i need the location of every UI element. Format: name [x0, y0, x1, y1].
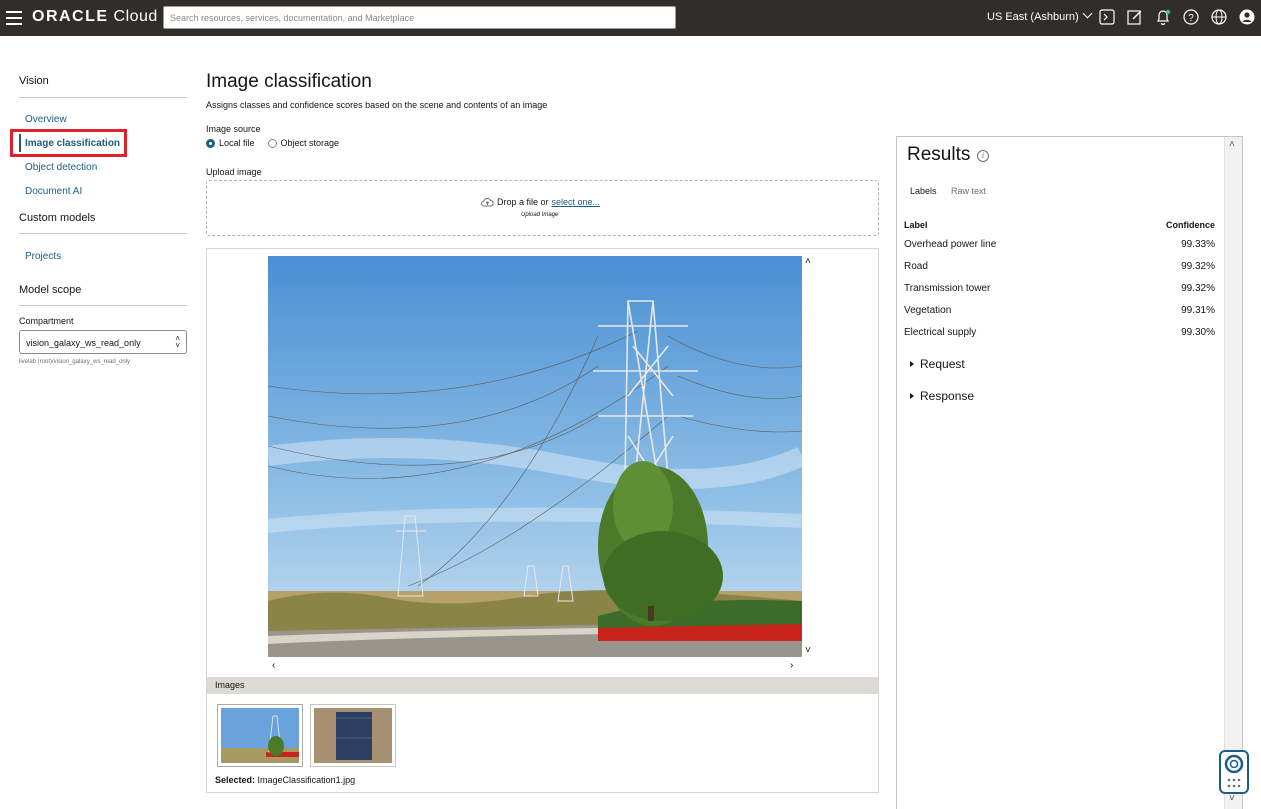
result-label: Electrical supply	[904, 327, 977, 338]
active-indicator	[19, 134, 21, 152]
sidebar-item-projects[interactable]: Projects	[25, 251, 61, 262]
result-label: Road	[904, 261, 928, 272]
result-confidence: 99.32%	[1181, 283, 1215, 294]
notifications-icon[interactable]	[1155, 9, 1171, 25]
scroll-down-icon[interactable]: ˅	[805, 645, 811, 656]
region-selector[interactable]: US East (Ashburn)	[987, 8, 1093, 23]
image-thumbnail-1[interactable]	[217, 704, 303, 767]
image-source-radio-group: Local file Object storage	[206, 138, 352, 148]
result-confidence: 99.31%	[1181, 305, 1215, 316]
images-header: Images	[207, 677, 878, 694]
compartment-label: Compartment	[19, 316, 74, 326]
sidebar-item-overview[interactable]: Overview	[25, 114, 67, 125]
results-scrollbar[interactable]: ˄ ˅	[1224, 137, 1242, 809]
chevron-down-icon	[1082, 8, 1093, 19]
sidebar-item-image-classification[interactable]: Image classification	[25, 138, 120, 149]
help-lifebuoy-button[interactable]	[1219, 750, 1249, 794]
scroll-up-icon[interactable]: ˄	[1229, 139, 1235, 150]
scroll-up-icon[interactable]: ˄	[805, 256, 811, 267]
sidebar-item-object-detection[interactable]: Object detection	[25, 162, 97, 173]
column-header-confidence: Confidence	[1165, 220, 1215, 230]
compartment-path: livelab (root)/vision_galaxy_ws_read_onl…	[19, 359, 131, 365]
result-label: Transmission tower	[904, 283, 991, 294]
image-viewer: ˄ ˅ ‹ › Images Selected: ImageClassifica…	[206, 248, 879, 793]
upload-image-caption: Upload Image	[521, 212, 559, 218]
cloud-shell-icon[interactable]	[1099, 9, 1115, 25]
result-label: Vegetation	[904, 305, 952, 316]
search-input[interactable]: Search resources, services, documentatio…	[163, 6, 676, 29]
result-confidence: 99.33%	[1181, 239, 1215, 250]
sidebar-section-custom-models: Custom models	[19, 212, 96, 224]
select-arrows-icon: ˄ ˅	[175, 334, 180, 350]
image-source-label: Image source	[206, 124, 261, 134]
selected-file: Selected: ImageClassification1.jpg	[215, 775, 356, 785]
select-file-link[interactable]: select one...	[552, 197, 601, 207]
sidebar-section-model-scope: Model scope	[19, 284, 82, 296]
preview-image	[268, 256, 802, 657]
response-expander[interactable]: Response	[910, 389, 974, 403]
profile-icon[interactable]	[1239, 9, 1255, 25]
column-header-label: Label	[904, 220, 928, 230]
caret-right-icon	[910, 361, 914, 367]
upload-dropzone[interactable]: Drop a file or select one... Upload Imag…	[206, 180, 879, 236]
info-icon[interactable]: i	[977, 150, 989, 162]
image-thumbnail-2[interactable]	[310, 704, 396, 767]
divider	[19, 97, 187, 98]
page-title: Image classification	[206, 71, 372, 92]
sidebar-item-document-ai[interactable]: Document AI	[25, 186, 82, 197]
request-expander[interactable]: Request	[910, 357, 965, 371]
divider	[19, 233, 187, 234]
code-editor-icon[interactable]	[1127, 9, 1143, 25]
page-description: Assigns classes and confidence scores ba…	[206, 100, 548, 110]
scroll-left-icon[interactable]: ‹	[272, 660, 275, 671]
oracle-cloud-logo[interactable]: ORACLE Cloud	[32, 8, 158, 26]
results-panel: Results i Labels Raw text Label Confiden…	[896, 136, 1243, 809]
scroll-right-icon[interactable]: ›	[790, 660, 793, 671]
caret-right-icon	[910, 393, 914, 399]
result-label: Overhead power line	[904, 239, 997, 250]
lifebuoy-icon	[1224, 754, 1244, 788]
divider	[19, 305, 187, 306]
tab-raw-text[interactable]: Raw text	[951, 186, 986, 196]
svg-text:?: ?	[1188, 13, 1194, 24]
sidebar-section-vision: Vision	[19, 75, 49, 87]
radio-local-file[interactable]: Local file	[206, 138, 255, 148]
help-icon[interactable]: ?	[1183, 9, 1199, 25]
radio-object-storage[interactable]: Object storage	[267, 138, 339, 148]
results-title: Results	[907, 144, 971, 165]
top-bar: ORACLE Cloud Search resources, services,…	[0, 0, 1261, 36]
menu-icon[interactable]	[6, 11, 22, 25]
tab-labels[interactable]: Labels	[910, 186, 937, 196]
upload-image-label: Upload image	[206, 167, 262, 177]
result-confidence: 99.32%	[1181, 261, 1215, 272]
result-confidence: 99.30%	[1181, 327, 1215, 338]
language-icon[interactable]	[1211, 9, 1227, 25]
upload-cloud-icon	[481, 198, 494, 207]
compartment-select[interactable]: vision_galaxy_ws_read_only ˄ ˅	[19, 330, 187, 354]
